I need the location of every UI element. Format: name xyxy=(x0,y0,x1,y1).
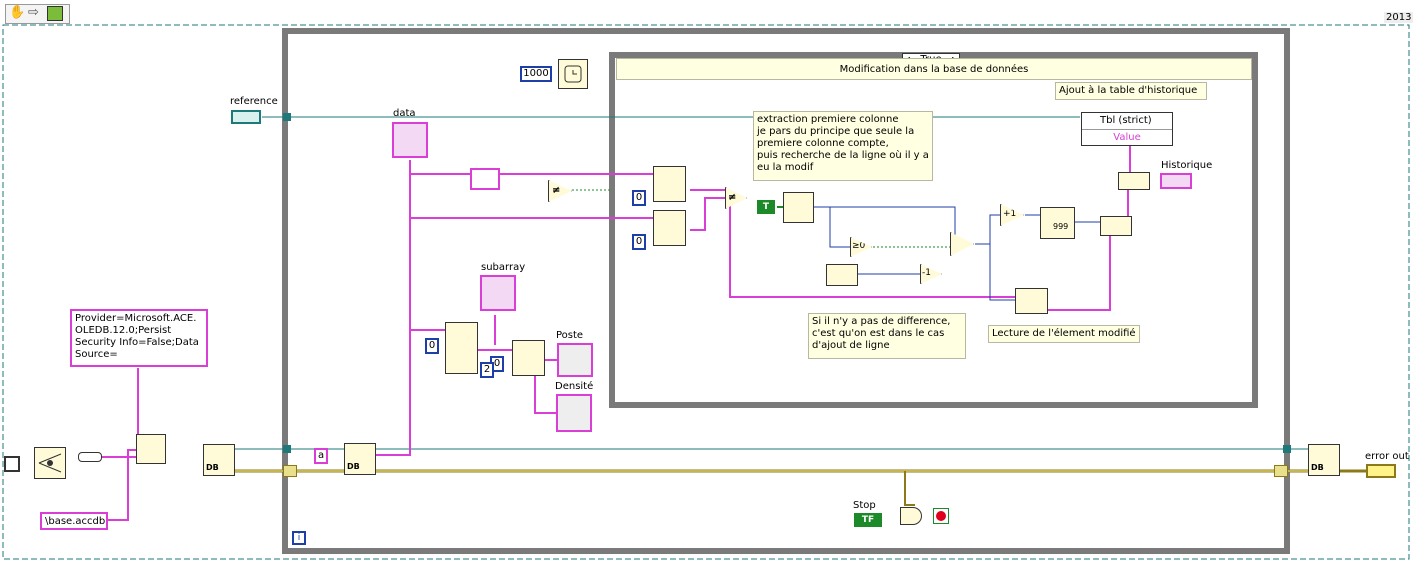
db-open-node[interactable]: DB xyxy=(203,444,235,476)
no-diff-comment: Si il n'y a pas de difference, c'est qu'… xyxy=(808,313,966,359)
densite-wire xyxy=(534,373,557,414)
lecture-comment: Lecture de l'élement modifié xyxy=(988,325,1140,343)
error-out-terminal[interactable] xyxy=(1366,464,1396,478)
while-loop-frame xyxy=(282,28,1290,554)
build-array-node-2[interactable] xyxy=(1118,172,1150,190)
historique-terminal[interactable] xyxy=(1160,173,1192,189)
char-a-constant[interactable]: a xyxy=(314,448,328,464)
shift-register-right xyxy=(1274,465,1288,477)
poste-label: Poste xyxy=(556,330,584,341)
tunnel-conn-left xyxy=(283,445,291,453)
array-size-node[interactable] xyxy=(826,264,858,286)
shift-register-left xyxy=(283,465,297,477)
index-array-node-2[interactable] xyxy=(512,340,545,376)
stop-wire xyxy=(904,471,915,506)
index-const-0-sub[interactable]: 0 xyxy=(425,338,439,354)
stop-condition-icon[interactable] xyxy=(933,508,949,524)
extraction-comment: extraction premiere colonne je pars du p… xyxy=(753,111,933,181)
index-array-node-1[interactable] xyxy=(445,322,478,374)
lecture-wire xyxy=(1048,230,1111,311)
db-file-constant[interactable]: \base.accdb xyxy=(40,512,108,530)
sel-to-inc xyxy=(989,214,1000,244)
db-select-node[interactable]: DB xyxy=(344,443,376,475)
case-title: Modification dans la base de données xyxy=(616,58,1252,80)
stop-label: Stop xyxy=(853,500,876,511)
search-to-sel xyxy=(814,206,956,235)
index-const-0-a[interactable]: 0 xyxy=(632,190,646,206)
ajout-comment: Ajout à la table d'historique xyxy=(1055,82,1207,100)
index-array-node-3[interactable] xyxy=(653,166,686,202)
diagram-frame xyxy=(2,24,1410,560)
error-out-label: error out xyxy=(1365,451,1409,462)
densite-label: Densité xyxy=(555,381,594,392)
dbfile-wire xyxy=(108,449,138,521)
year-label: 2013 xyxy=(1384,12,1414,23)
concat-strings-node[interactable] xyxy=(136,434,166,464)
arrow-icon[interactable]: ⇨ xyxy=(28,5,39,20)
replace-subset-node[interactable]: 999 xyxy=(1040,207,1075,239)
hand-icon[interactable]: ✋ xyxy=(9,5,25,20)
or-node[interactable] xyxy=(900,507,922,525)
tunnel-ref-left xyxy=(283,113,291,121)
true-constant[interactable]: T xyxy=(757,200,775,214)
property-node-title: Tbl (strict) xyxy=(1082,113,1172,130)
subarray-label: subarray xyxy=(481,262,526,273)
data-label: data xyxy=(393,108,416,119)
path-constant[interactable] xyxy=(4,456,20,472)
connection-string-constant[interactable]: Provider=Microsoft.ACE. OLEDB.12.0;Persi… xyxy=(70,309,208,367)
densite-terminal[interactable] xyxy=(556,394,592,432)
property-node-value[interactable]: Value xyxy=(1082,130,1172,146)
index-a-to-b xyxy=(729,205,1020,298)
index-array-node-5[interactable] xyxy=(1015,288,1048,314)
loop-iteration-terminal: i xyxy=(292,531,306,545)
index-const-0-c[interactable]: 0 xyxy=(632,234,646,250)
search-to-ge0 xyxy=(814,206,850,248)
string-compare-constant[interactable] xyxy=(470,168,500,190)
cmp-wire-b xyxy=(690,197,725,231)
build-path-node[interactable] xyxy=(34,447,66,479)
stop-terminal[interactable]: TF xyxy=(854,513,882,527)
db-close-node[interactable]: DB xyxy=(1308,444,1340,476)
data-wire-main xyxy=(376,160,411,456)
data-terminal[interactable] xyxy=(392,122,428,158)
sel-out xyxy=(975,243,1015,301)
property-node[interactable]: Tbl (strict) Value xyxy=(1081,112,1173,146)
reference-terminal[interactable] xyxy=(231,110,261,124)
subarray-terminal[interactable] xyxy=(480,275,516,311)
index-array-node-4[interactable] xyxy=(653,210,686,246)
build-array-node[interactable] xyxy=(1100,216,1132,236)
path-to-string-node[interactable] xyxy=(78,452,102,462)
wait-ms-constant[interactable]: 1000 xyxy=(520,66,552,82)
index-const-2[interactable]: 2 xyxy=(480,362,494,378)
historique-label: Historique xyxy=(1161,160,1213,171)
wait-node[interactable] xyxy=(558,59,588,89)
reference-label: reference xyxy=(230,96,278,107)
poste-terminal[interactable] xyxy=(557,343,593,377)
search-array-node[interactable] xyxy=(783,192,814,223)
tunnel-conn-right xyxy=(1283,445,1291,453)
run-icon[interactable] xyxy=(47,6,63,21)
